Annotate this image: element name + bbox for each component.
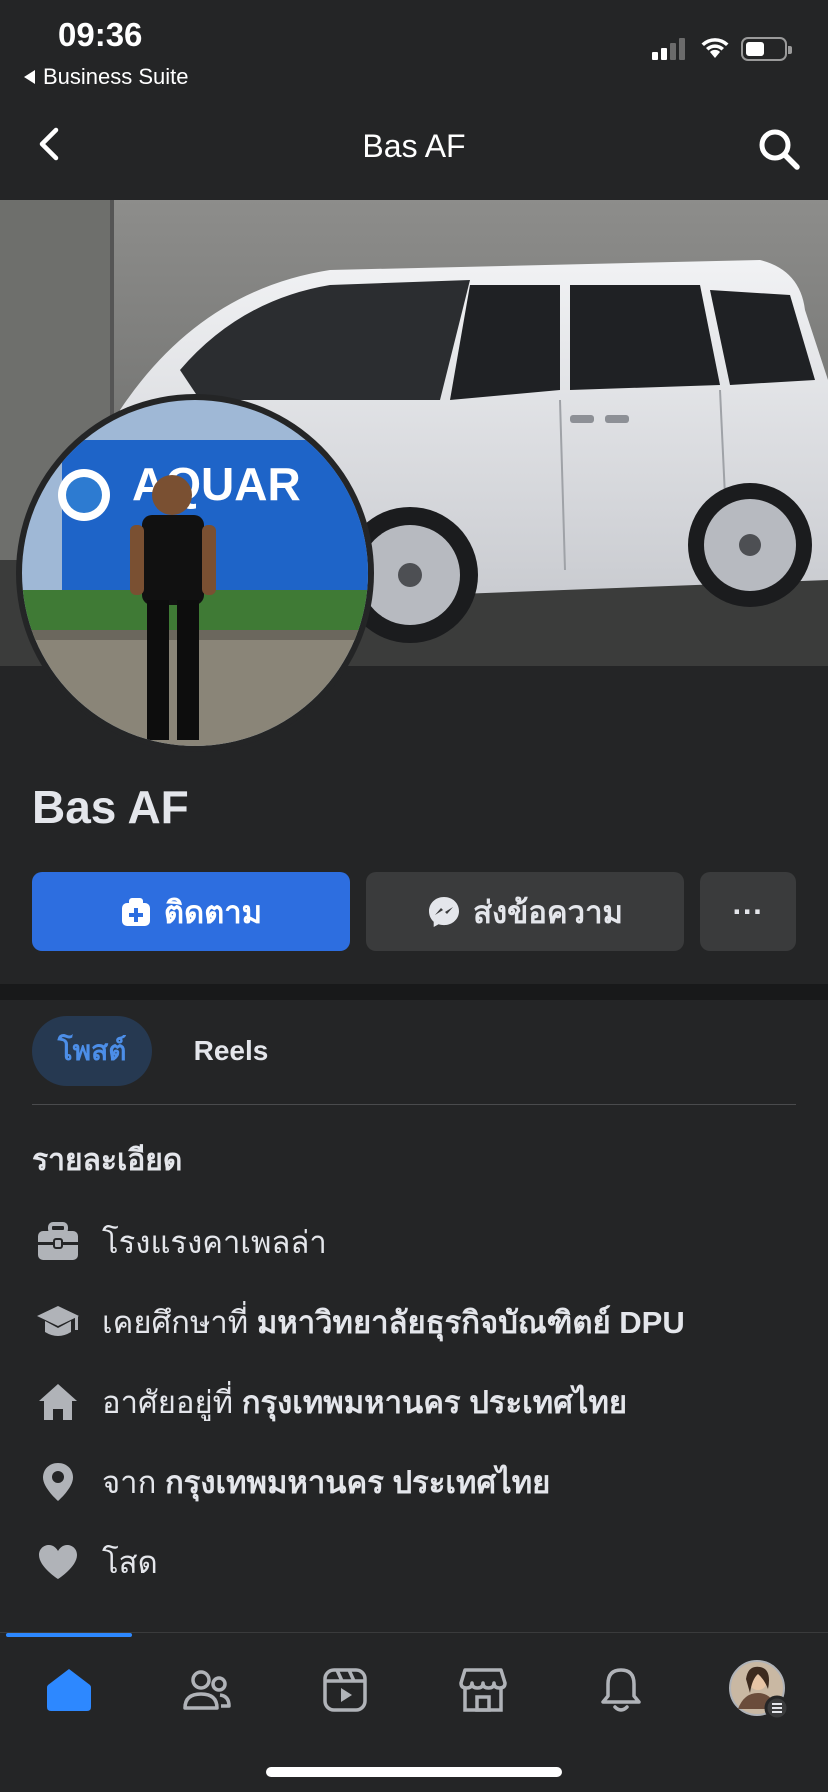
tab-posts[interactable]: โพสต์ <box>32 1016 152 1086</box>
back-triangle-icon <box>24 70 35 84</box>
detail-current-city: อาศัยอยู่ที่ กรุงเทพมหานคร ประเทศไทย <box>32 1372 812 1432</box>
nav-notifications[interactable] <box>586 1655 656 1725</box>
messenger-icon <box>429 896 460 927</box>
tab-reels[interactable]: Reels <box>176 1016 286 1086</box>
video-icon <box>323 1668 367 1712</box>
detail-relationship: โสด <box>32 1532 812 1592</box>
status-bar: 09:36 Business Suite <box>0 0 828 92</box>
home-icon <box>47 1669 91 1711</box>
detail-hometown-value[interactable]: กรุงเทพมหานคร ประเทศไทย <box>165 1465 550 1500</box>
cellular-signal-icon <box>652 38 685 60</box>
nav-marketplace[interactable] <box>448 1655 518 1725</box>
search-icon[interactable] <box>756 126 802 172</box>
detail-current-city-value[interactable]: กรุงเทพมหานคร ประเทศไทย <box>242 1385 627 1420</box>
more-dots-icon: ··· <box>732 893 764 929</box>
profile-name: Bas AF <box>32 781 189 833</box>
home-indicator[interactable] <box>266 1767 562 1777</box>
marketplace-icon <box>459 1668 507 1712</box>
profile-avatar[interactable]: AQUAR <box>16 394 374 752</box>
detail-work: โรงแรงคาเพลล่า <box>32 1212 812 1272</box>
message-label: ส่งข้อความ <box>473 894 623 930</box>
detail-work-value[interactable]: โรงแรงคาเพลล่า <box>102 1225 327 1260</box>
wifi-icon <box>701 38 729 58</box>
page-header: Bas AF <box>0 92 828 200</box>
friends-icon <box>183 1670 231 1710</box>
message-button[interactable]: ส่งข้อความ <box>366 872 684 951</box>
back-app-label: Business Suite <box>43 64 189 89</box>
home-icon <box>39 1384 77 1420</box>
detail-relationship-value: โสด <box>102 1545 158 1580</box>
detail-hometown: จาก กรุงเทพมหานคร ประเทศไทย <box>32 1452 812 1512</box>
detail-current-city-prefix: อาศัยอยู่ที่ <box>102 1385 242 1420</box>
section-divider <box>0 984 828 1000</box>
detail-hometown-prefix: จาก <box>102 1465 165 1500</box>
nav-home[interactable] <box>34 1655 104 1725</box>
profile-menu-icon <box>729 1660 790 1721</box>
more-options-button[interactable]: ··· <box>700 872 796 951</box>
nav-friends[interactable] <box>172 1655 242 1725</box>
back-to-app-link[interactable]: Business Suite <box>24 64 189 90</box>
nav-profile-menu[interactable] <box>724 1655 794 1725</box>
page-title: Bas AF <box>362 128 466 164</box>
details-heading: รายละเอียด <box>32 1144 183 1177</box>
bell-icon <box>601 1668 641 1712</box>
follow-add-icon <box>121 897 150 926</box>
follow-button[interactable]: ติดตาม <box>32 872 350 951</box>
location-pin-icon <box>43 1463 73 1501</box>
tabs-divider <box>32 1104 796 1105</box>
heart-icon <box>39 1545 77 1579</box>
active-tab-indicator <box>6 1633 132 1637</box>
status-time: 09:36 <box>58 16 143 53</box>
briefcase-icon <box>38 1222 78 1260</box>
nav-video[interactable] <box>310 1655 380 1725</box>
detail-education-value[interactable]: มหาวิทยาลัยธุรกิจบัณฑิตย์ DPU <box>257 1305 685 1340</box>
battery-icon <box>741 37 792 61</box>
detail-education: เคยศึกษาที่ มหาวิทยาลัยธุรกิจบัณฑิตย์ DP… <box>32 1292 812 1352</box>
follow-label: ติดตาม <box>163 894 263 930</box>
graduation-cap-icon <box>37 1306 79 1336</box>
detail-education-prefix: เคยศึกษาที่ <box>102 1305 257 1340</box>
